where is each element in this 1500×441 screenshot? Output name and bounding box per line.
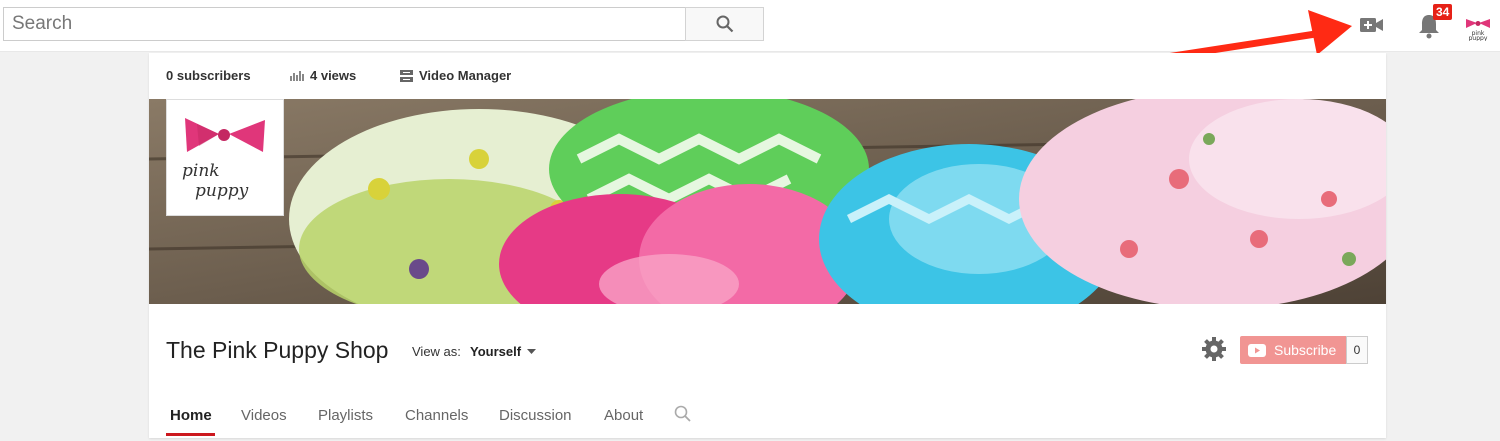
account-avatar[interactable]: pink puppy: [1463, 11, 1493, 42]
tab-discussion[interactable]: Discussion: [499, 407, 572, 424]
logo-text-line1: pink: [182, 161, 220, 181]
top-bar: 34 pinkpuppy: [0, 0, 1500, 52]
channel-tabs: Home Videos Playlists Channels Discussio…: [149, 397, 749, 438]
view-as-label: View as:: [412, 344, 461, 359]
video-manager-label: Video Manager: [419, 68, 512, 83]
channel-stats-bar: 0 subscribers 4 views Video Manager: [149, 53, 1386, 99]
svg-text:puppy: puppy: [1469, 35, 1488, 41]
bar-chart-icon: [290, 71, 304, 81]
subscribe-button[interactable]: Subscribe: [1240, 336, 1347, 364]
channel-banner: [149, 99, 1386, 304]
search-button[interactable]: [685, 7, 764, 41]
channel-settings-button[interactable]: [1201, 336, 1227, 362]
notification-count-badge: 34: [1433, 4, 1453, 20]
view-as-dropdown[interactable]: Yourself: [470, 344, 537, 359]
search-input[interactable]: [3, 7, 686, 41]
pink-puppy-logo: pink puppy: [182, 118, 265, 201]
video-manager-icon: [400, 69, 413, 82]
chevron-down-icon: [527, 348, 537, 354]
tab-playlists[interactable]: Playlists: [318, 407, 373, 424]
channel-avatar[interactable]: pink puppy: [166, 99, 284, 216]
youtube-play-icon: [1248, 343, 1266, 357]
view-as-value: Yourself: [470, 344, 522, 359]
notifications-button[interactable]: 34: [1414, 4, 1453, 40]
tab-about[interactable]: About: [604, 407, 643, 424]
active-tab-indicator: [166, 433, 215, 436]
banner-image: [149, 99, 1386, 304]
subscribers-stat: 0 subscribers: [166, 68, 251, 83]
views-stat-label: 4 views: [310, 68, 357, 83]
channel-title: The Pink Puppy Shop: [166, 337, 389, 363]
video-manager-link[interactable]: Video Manager: [400, 68, 511, 83]
search-icon: [716, 15, 733, 33]
subscribe-label: Subscribe: [1274, 342, 1337, 358]
bow-icon: pinkpuppy: [1466, 19, 1490, 42]
logo-text-line2: puppy: [195, 181, 249, 201]
gear-icon: [1202, 337, 1226, 361]
upload-video-button[interactable]: [1357, 12, 1387, 38]
channel-card: 0 subscribers 4 views Video Manager pink…: [149, 53, 1386, 438]
views-stat[interactable]: 4 views: [290, 68, 356, 83]
channel-search-button[interactable]: [674, 405, 692, 428]
tab-channels[interactable]: Channels: [405, 407, 468, 424]
tab-videos[interactable]: Videos: [241, 407, 287, 424]
upload-video-icon: [1360, 18, 1383, 32]
tab-home[interactable]: Home: [170, 407, 212, 424]
search-icon: [674, 405, 691, 422]
subscriber-count: 0: [1346, 336, 1368, 364]
